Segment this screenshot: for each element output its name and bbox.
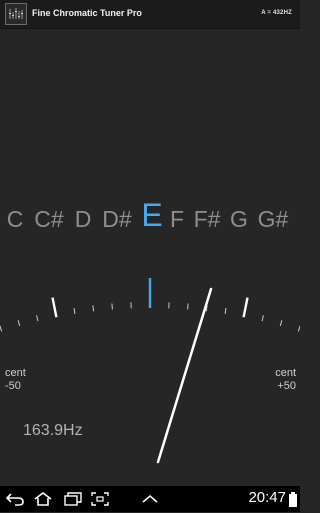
meter-scale	[0, 278, 300, 486]
meter-needle	[158, 289, 211, 462]
meter-minor-tick	[112, 304, 113, 310]
system-nav-bar: 20:47	[0, 486, 300, 512]
meter-major-tick	[244, 298, 248, 318]
meter-minor-tick	[188, 304, 189, 310]
frequency-readout: 163.9Hz	[23, 422, 83, 440]
cent-min-unit: cent	[5, 367, 26, 380]
meter-minor-tick	[280, 320, 282, 326]
meter-minor-tick	[262, 315, 263, 321]
screenshot-icon[interactable]	[89, 490, 111, 508]
cent-min-value: -50	[5, 380, 26, 393]
back-icon[interactable]	[4, 490, 26, 508]
meter-minor-tick	[0, 326, 2, 332]
meter-minor-tick	[18, 320, 20, 326]
meter-major-tick	[53, 298, 57, 318]
cent-min-label: cent -50	[5, 367, 26, 393]
status-clock: 20:47	[248, 489, 286, 506]
battery-icon	[288, 492, 298, 513]
menu-up-icon[interactable]	[139, 490, 161, 508]
meter-minor-tick	[74, 308, 75, 314]
meter-minor-tick	[225, 308, 226, 314]
cent-max-unit: cent	[275, 367, 296, 380]
meter-minor-tick	[298, 326, 300, 332]
tuning-meter	[0, 0, 300, 486]
cent-max-label: cent +50	[275, 367, 296, 393]
recent-apps-icon[interactable]	[62, 490, 84, 508]
meter-minor-tick	[37, 315, 38, 321]
meter-minor-tick	[93, 305, 94, 311]
cent-max-value: +50	[275, 380, 296, 393]
home-icon[interactable]	[32, 490, 54, 508]
